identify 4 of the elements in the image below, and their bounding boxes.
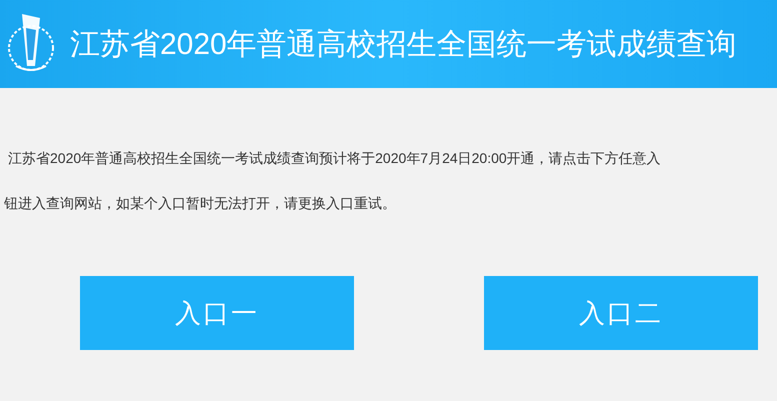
entry-button[interactable]: 入口一 [80, 276, 354, 350]
notice-text: 江苏省2020年普通高校招生全国统一考试成绩查询预计将于2020年7月24日20:00开通，请点击下方任意入 钮进入查询网站，如某个入口暂时无法打开，请更换入口重试。 [3, 149, 662, 213]
entry-button[interactable]: 入口二 [484, 276, 758, 350]
page-title: 江苏省2020年普通高校招生全国统一考试成绩查询 [70, 26, 737, 62]
